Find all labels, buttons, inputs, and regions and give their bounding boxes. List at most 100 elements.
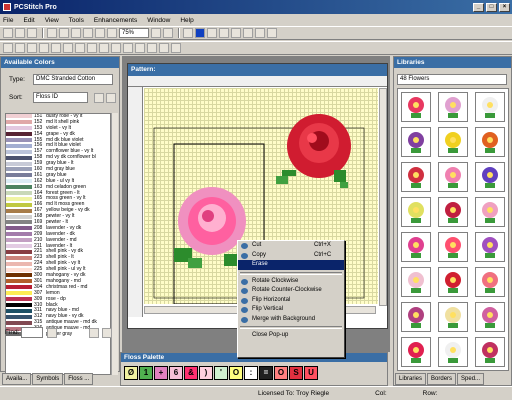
undo-icon[interactable] [107, 28, 117, 38]
tab-floss[interactable]: Floss ... [64, 373, 94, 385]
floss-symbol[interactable]: : [244, 366, 258, 380]
floss-symbol[interactable]: 6 [169, 366, 183, 380]
tab-borders[interactable]: Borders [427, 373, 457, 385]
library-flower-thumbnail[interactable] [401, 267, 431, 297]
library-flower-thumbnail[interactable] [401, 162, 431, 192]
menu-window[interactable]: Window [147, 17, 170, 24]
print-icon[interactable] [47, 28, 57, 38]
library-flower-thumbnail[interactable] [401, 197, 431, 227]
quarter-stitch-icon[interactable] [39, 43, 49, 53]
menu-item-copy[interactable]: Copy Ctrl+C [238, 251, 344, 261]
wizard-icon[interactable] [255, 28, 265, 38]
bead-icon[interactable] [75, 43, 85, 53]
library-flower-thumbnail[interactable] [475, 232, 505, 262]
grid-options-icon[interactable] [243, 28, 253, 38]
full-stitch-icon[interactable] [15, 43, 25, 53]
eraser-icon[interactable] [123, 43, 133, 53]
grid-icon[interactable] [183, 28, 193, 38]
library-flower-thumbnail[interactable] [401, 232, 431, 262]
floss-symbol[interactable]: & [184, 366, 198, 380]
library-thumbnails[interactable] [397, 88, 509, 371]
library-flower-thumbnail[interactable] [438, 302, 468, 332]
symbol-icon[interactable] [207, 28, 217, 38]
ellipse-icon[interactable] [159, 43, 169, 53]
library-flower-thumbnail[interactable] [475, 162, 505, 192]
print-preview-icon[interactable] [59, 28, 69, 38]
new-icon[interactable] [3, 28, 13, 38]
tab-specialty[interactable]: Sped... [457, 373, 485, 385]
library-flower-thumbnail[interactable] [475, 337, 505, 367]
find-button[interactable] [47, 328, 57, 338]
cut-icon[interactable] [71, 28, 81, 38]
text-icon[interactable] [171, 43, 181, 53]
select-icon[interactable] [135, 43, 145, 53]
copy-icon[interactable] [83, 28, 93, 38]
library-flower-thumbnail[interactable] [438, 92, 468, 122]
library-flower-thumbnail[interactable] [401, 337, 431, 367]
backstitch-icon[interactable] [51, 43, 61, 53]
type-select[interactable]: DMC Stranded Cotton [33, 74, 113, 85]
paste-icon[interactable] [95, 28, 105, 38]
half-stitch-icon[interactable] [27, 43, 37, 53]
library-select[interactable]: 48 Flowers [397, 74, 507, 85]
library-flower-thumbnail[interactable] [438, 232, 468, 262]
floss-symbol[interactable]: ) [199, 366, 213, 380]
library-flower-thumbnail[interactable] [475, 197, 505, 227]
close-button[interactable]: × [499, 2, 510, 12]
pointer-icon[interactable] [3, 43, 13, 53]
library-flower-thumbnail[interactable] [475, 267, 505, 297]
tab-symbols[interactable]: Symbols [32, 373, 64, 385]
view-icon[interactable] [219, 28, 229, 38]
menu-tools[interactable]: Tools [69, 17, 84, 24]
knot-icon[interactable] [63, 43, 73, 53]
floss-symbol[interactable]: + [154, 366, 168, 380]
floss-symbol[interactable]: 1 [139, 366, 153, 380]
color-square-icon[interactable] [195, 28, 205, 38]
color-list-scrollbar[interactable] [111, 113, 118, 375]
help-icon[interactable] [267, 28, 277, 38]
tab-libraries[interactable]: Libraries [395, 373, 427, 385]
sort-select[interactable]: Floss ID [33, 92, 88, 103]
library-flower-thumbnail[interactable] [438, 267, 468, 297]
library-flower-thumbnail[interactable] [401, 127, 431, 157]
floss-symbol[interactable]: U [304, 366, 318, 380]
menu-view[interactable]: View [45, 17, 59, 24]
minimize-button[interactable]: _ [473, 2, 484, 12]
library-flower-thumbnail[interactable] [438, 127, 468, 157]
tab-available-colors[interactable]: Availa... [2, 373, 32, 385]
pattern-vscrollbar[interactable] [379, 88, 387, 306]
list-option2-icon[interactable] [102, 328, 112, 338]
rectangle-icon[interactable] [147, 43, 157, 53]
pencil-icon[interactable] [99, 43, 109, 53]
zoom-in-icon[interactable] [151, 28, 161, 38]
floss-symbol[interactable]: O [274, 366, 288, 380]
menu-item-rotate-cw[interactable]: Rotate Clockwise [238, 277, 344, 287]
menu-item-cut[interactable]: Cut Ctrl+X [238, 241, 344, 251]
floss-symbol[interactable]: O [229, 366, 243, 380]
library-flower-thumbnail[interactable] [475, 92, 505, 122]
fill-icon[interactable] [111, 43, 121, 53]
floss-symbol[interactable]: S [289, 366, 303, 380]
zoom-out-icon[interactable] [163, 28, 173, 38]
menu-file[interactable]: File [3, 17, 13, 24]
options-icon[interactable] [231, 28, 241, 38]
zoom-select[interactable]: 75% [119, 28, 149, 38]
floss-symbol[interactable]: = [259, 366, 273, 380]
library-flower-thumbnail[interactable] [438, 197, 468, 227]
menu-item-flip-horizontal[interactable]: Flip Horizontal [238, 296, 344, 306]
list-option-icon[interactable] [89, 328, 99, 338]
sort-asc-icon[interactable] [94, 93, 104, 103]
menu-edit[interactable]: Edit [23, 17, 34, 24]
sort-desc-icon[interactable] [106, 93, 116, 103]
library-flower-thumbnail[interactable] [401, 92, 431, 122]
library-flower-thumbnail[interactable] [438, 337, 468, 367]
menu-item-merge[interactable]: Merge with Background [238, 315, 344, 325]
menu-enhancements[interactable]: Enhancements [94, 17, 137, 24]
menu-item-rotate-ccw[interactable]: Rotate Counter-Clockwise [238, 286, 344, 296]
library-flower-thumbnail[interactable] [438, 162, 468, 192]
menu-item-close-popup[interactable]: Close Pop-up [238, 331, 344, 341]
menu-item-flip-vertical[interactable]: Flip Vertical [238, 305, 344, 315]
menu-item-erase[interactable]: Erase [238, 260, 344, 270]
open-icon[interactable] [15, 28, 25, 38]
library-flower-thumbnail[interactable] [475, 302, 505, 332]
